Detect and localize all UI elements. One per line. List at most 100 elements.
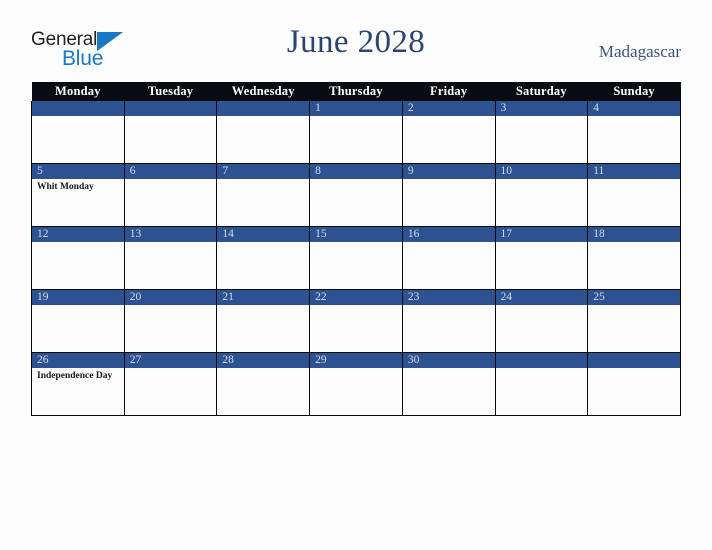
calendar-grid: Monday Tuesday Wednesday Thursday Friday… bbox=[31, 82, 681, 416]
day-number: 10 bbox=[495, 164, 588, 179]
day-event: Whit Monday bbox=[37, 182, 94, 192]
day-number: 23 bbox=[402, 290, 495, 305]
day-number: 7 bbox=[217, 164, 310, 179]
calendar-day-cell[interactable] bbox=[123, 101, 218, 164]
day-number: 4 bbox=[588, 101, 680, 116]
day-event: Independence Day bbox=[37, 371, 113, 381]
day-number: 5 bbox=[32, 164, 124, 179]
day-event bbox=[32, 242, 124, 245]
day-event bbox=[403, 179, 495, 182]
day-number: 15 bbox=[310, 227, 402, 242]
weekday-header-wednesday: Wednesday bbox=[216, 82, 310, 101]
day-number: 28 bbox=[217, 353, 310, 368]
calendar-day-cell[interactable]: 24 bbox=[494, 289, 589, 353]
day-event bbox=[125, 368, 217, 371]
calendar-day-cell[interactable]: 10 bbox=[494, 163, 589, 227]
day-event bbox=[125, 242, 217, 245]
day-event bbox=[310, 368, 402, 371]
calendar-day-cell[interactable]: 22 bbox=[309, 289, 403, 353]
day-number: 24 bbox=[495, 290, 588, 305]
day-number: 25 bbox=[588, 290, 680, 305]
day-event bbox=[310, 179, 402, 182]
day-event bbox=[125, 116, 217, 119]
day-number: 22 bbox=[310, 290, 402, 305]
calendar-day-cell[interactable]: 4 bbox=[587, 101, 681, 164]
calendar-day-cell[interactable]: 15 bbox=[309, 226, 403, 290]
calendar-day-cell[interactable] bbox=[494, 352, 589, 416]
day-event bbox=[310, 116, 402, 119]
calendar-day-cell[interactable]: 14 bbox=[216, 226, 311, 290]
weekday-header-tuesday: Tuesday bbox=[124, 82, 217, 101]
country-label: Madagascar bbox=[598, 42, 681, 61]
day-event bbox=[217, 179, 309, 182]
calendar-day-cell[interactable]: 11 bbox=[587, 163, 681, 227]
day-number bbox=[124, 101, 217, 116]
page-header: General Blue June 2028 Madagascar bbox=[0, 0, 712, 78]
day-event bbox=[496, 179, 588, 182]
day-number: 18 bbox=[588, 227, 680, 242]
day-event bbox=[588, 179, 680, 182]
calendar-day-cell[interactable]: 16 bbox=[401, 226, 496, 290]
calendar-day-cell[interactable]: 21 bbox=[216, 289, 311, 353]
calendar-day-cell[interactable]: 27 bbox=[123, 352, 218, 416]
calendar-day-cell[interactable]: 19 bbox=[31, 289, 125, 353]
calendar-day-cell[interactable]: 1 bbox=[309, 101, 403, 164]
calendar-day-cell[interactable]: 3 bbox=[494, 101, 589, 164]
day-number: 17 bbox=[495, 227, 588, 242]
calendar-day-cell[interactable]: 2 bbox=[401, 101, 496, 164]
day-event bbox=[217, 242, 309, 245]
calendar-week-row: 12 13 14 15 16 17 18 bbox=[31, 226, 681, 290]
day-number: 2 bbox=[402, 101, 495, 116]
day-event bbox=[496, 116, 588, 119]
calendar-week-row: 26 Independence Day 27 28 29 30 bbox=[31, 352, 681, 416]
day-number bbox=[495, 353, 588, 368]
calendar-day-cell[interactable]: 26 Independence Day bbox=[31, 352, 125, 416]
day-number: 8 bbox=[310, 164, 402, 179]
calendar-day-cell[interactable]: 25 bbox=[587, 289, 681, 353]
calendar-day-cell[interactable]: 20 bbox=[123, 289, 218, 353]
day-number: 29 bbox=[310, 353, 402, 368]
day-number: 16 bbox=[402, 227, 495, 242]
calendar-day-cell[interactable]: 12 bbox=[31, 226, 125, 290]
calendar-day-cell[interactable]: 28 bbox=[216, 352, 311, 416]
day-number: 21 bbox=[217, 290, 310, 305]
calendar-day-cell[interactable]: 5 Whit Monday bbox=[31, 163, 125, 227]
day-event bbox=[32, 116, 124, 119]
day-number: 14 bbox=[217, 227, 310, 242]
calendar-day-cell[interactable]: 8 bbox=[309, 163, 403, 227]
day-number: 9 bbox=[402, 164, 495, 179]
day-number: 1 bbox=[310, 101, 402, 116]
day-event bbox=[496, 242, 588, 245]
calendar-day-cell[interactable]: 29 bbox=[309, 352, 403, 416]
day-number: 26 bbox=[32, 353, 124, 368]
calendar-day-cell[interactable]: 30 bbox=[401, 352, 496, 416]
day-event bbox=[403, 368, 495, 371]
weekday-header-sunday: Sunday bbox=[587, 82, 681, 101]
day-event bbox=[403, 242, 495, 245]
calendar-day-cell[interactable]: 13 bbox=[123, 226, 218, 290]
calendar-day-cell[interactable] bbox=[216, 101, 311, 164]
calendar-day-cell[interactable]: 9 bbox=[401, 163, 496, 227]
calendar-week-row: 1 2 3 4 bbox=[31, 101, 681, 164]
day-event bbox=[496, 305, 588, 308]
day-number bbox=[588, 353, 680, 368]
day-event bbox=[403, 116, 495, 119]
day-number: 19 bbox=[32, 290, 124, 305]
calendar-day-cell[interactable]: 18 bbox=[587, 226, 681, 290]
day-event bbox=[310, 242, 402, 245]
weekday-header-monday: Monday bbox=[31, 82, 125, 101]
day-number: 27 bbox=[124, 353, 217, 368]
weekday-header-saturday: Saturday bbox=[495, 82, 588, 101]
calendar-day-cell[interactable]: 17 bbox=[494, 226, 589, 290]
calendar-day-cell[interactable]: 23 bbox=[401, 289, 496, 353]
calendar-day-cell[interactable]: 6 bbox=[123, 163, 218, 227]
day-event bbox=[310, 305, 402, 308]
day-event bbox=[588, 368, 680, 371]
day-number: 6 bbox=[124, 164, 217, 179]
day-number: 20 bbox=[124, 290, 217, 305]
day-number: 12 bbox=[32, 227, 124, 242]
day-number: 30 bbox=[402, 353, 495, 368]
calendar-day-cell[interactable] bbox=[587, 352, 681, 416]
calendar-day-cell[interactable] bbox=[31, 101, 125, 164]
calendar-day-cell[interactable]: 7 bbox=[216, 163, 311, 227]
